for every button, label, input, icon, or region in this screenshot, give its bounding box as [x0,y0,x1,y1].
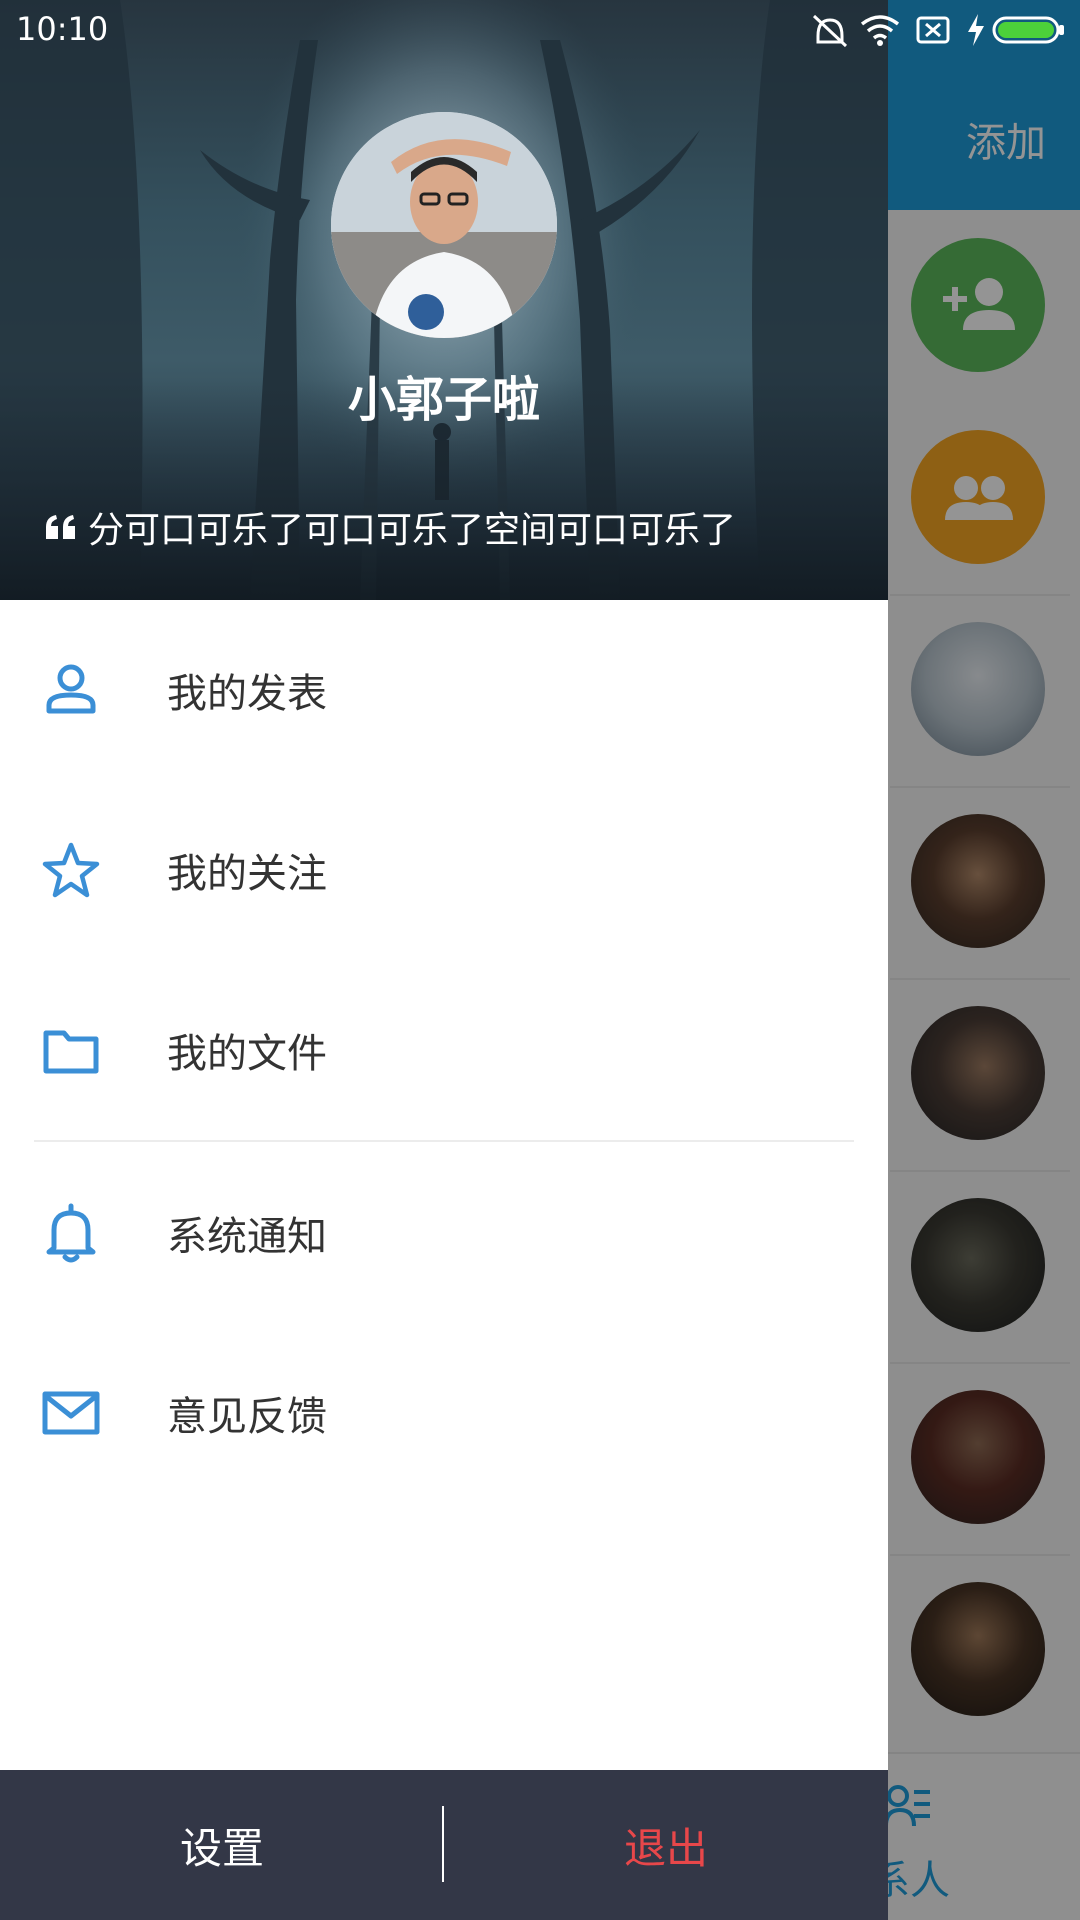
status-time: 10:10 [16,10,109,48]
bell-icon [46,1203,96,1263]
menu-item-label: 我的发表 [167,671,327,717]
menu-item-my-follows[interactable]: 我的关注 [0,780,888,960]
no-sim-icon [916,16,950,44]
avatar-photo [331,112,557,338]
settings-button[interactable]: 设置 [0,1770,444,1920]
navigation-drawer: 小郭子啦 分可口可乐了可口可乐了空间可口可乐了 我的发表 我的关注 我的文件 系… [0,0,888,1920]
battery-icon [992,16,1064,44]
menu-item-label: 我的文件 [167,1031,327,1077]
signature-row: 分可口可乐了可口可乐了空间可口可乐了 [44,502,736,552]
status-bar: 10:10 [0,0,1080,60]
person-icon [46,664,96,714]
drawer-bottom-bar: 设置 退出 [0,1770,888,1920]
mail-icon [42,1391,100,1435]
menu-divider [34,1140,854,1142]
signature-text: 分可口可乐了可口可乐了空间可口可乐了 [88,510,737,551]
menu-item-label: 系统通知 [167,1214,327,1260]
drawer-header: 小郭子啦 分可口可乐了可口可乐了空间可口可乐了 [0,0,888,600]
logout-button[interactable]: 退出 [444,1770,888,1920]
quote-icon [46,515,75,539]
star-icon [42,842,100,898]
menu-item-label: 意见反馈 [167,1394,327,1440]
user-avatar[interactable] [331,112,557,338]
menu-item-feedback[interactable]: 意见反馈 [0,1323,888,1503]
charging-icon [968,14,984,46]
folder-icon [43,1030,99,1074]
username: 小郭子啦 [347,372,540,428]
menu-item-my-files[interactable]: 我的文件 [0,960,888,1140]
menu-item-my-posts[interactable]: 我的发表 [0,600,888,780]
wifi-icon [860,15,900,46]
menu-item-system-notifications[interactable]: 系统通知 [0,1143,888,1323]
menu-item-label: 我的关注 [167,851,327,897]
vibrate-off-icon [812,14,848,48]
